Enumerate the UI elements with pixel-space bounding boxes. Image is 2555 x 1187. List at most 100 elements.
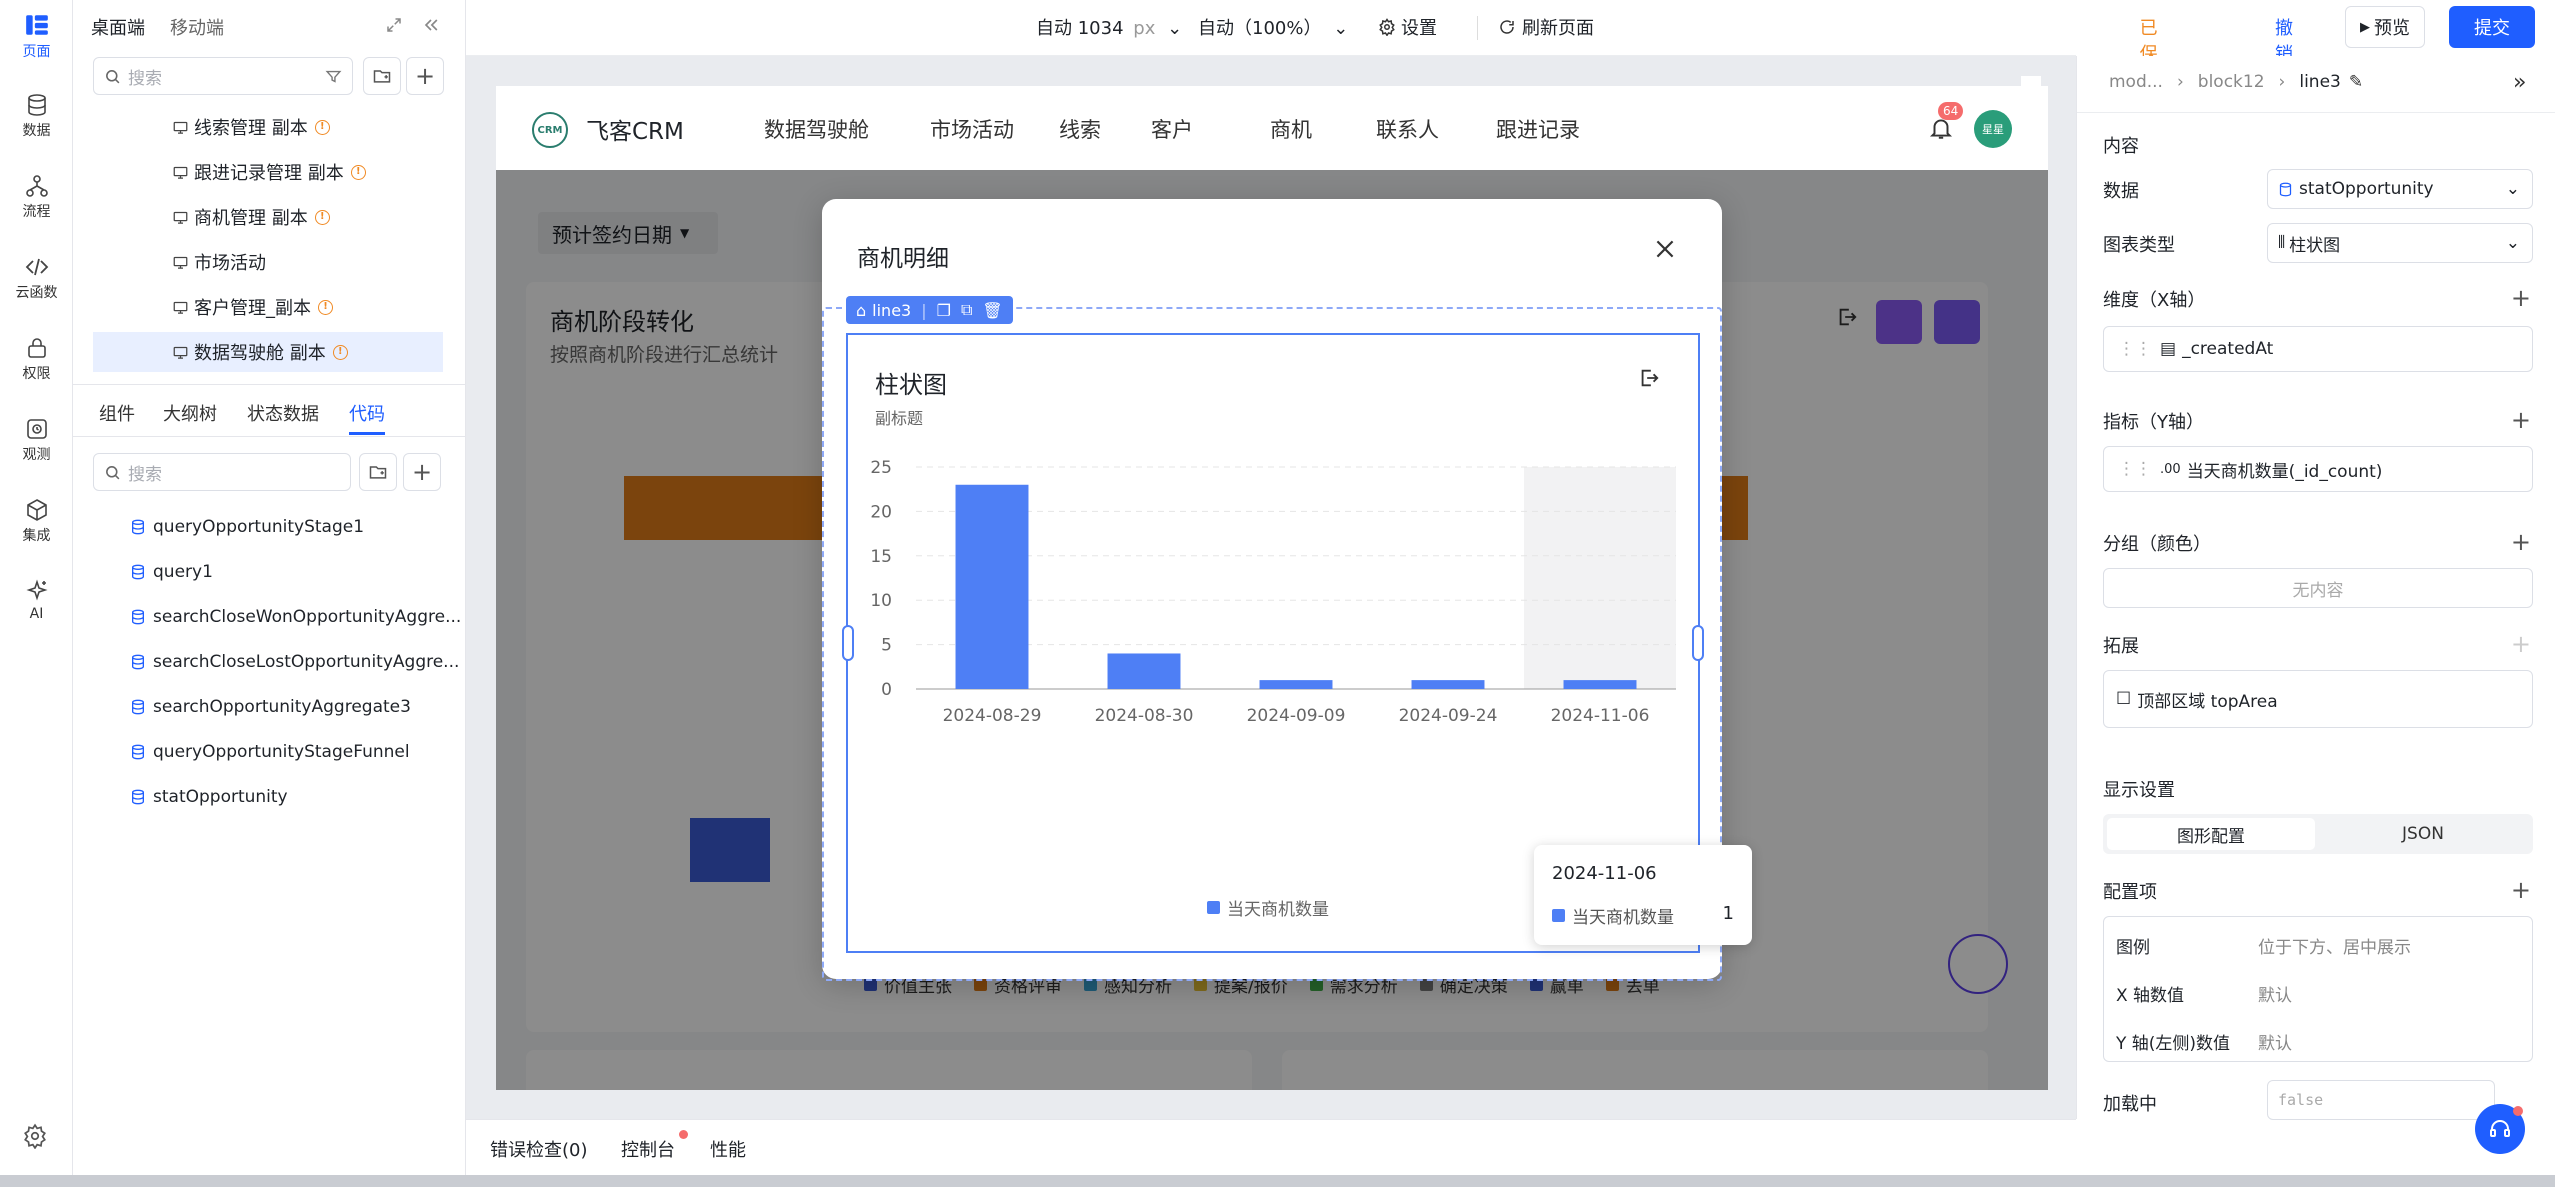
config-value[interactable]: 默认 <box>2258 981 2292 1006</box>
component-tag[interactable]: ⌂ line3 | ❐ ⧉ 🗑 <box>846 296 1013 324</box>
checkbox-icon[interactable]: ☐ <box>2116 689 2131 709</box>
seg-json[interactable]: JSON <box>2319 818 2527 850</box>
rail-flow[interactable]: 流程 <box>0 174 73 221</box>
page-tree-item[interactable]: 客户管理_副本! <box>93 287 443 327</box>
config-value[interactable]: 位于下方、居中展示 <box>2258 933 2411 958</box>
add-code-folder-button[interactable] <box>359 453 397 491</box>
bar[interactable] <box>1259 680 1333 689</box>
duplicate-icon[interactable]: ⧉ <box>961 300 972 320</box>
zoom-select[interactable]: 自动（100%） ⌄ <box>1198 14 1348 40</box>
support-chat-button[interactable] <box>2475 1104 2525 1154</box>
group-field[interactable]: 无内容 <box>2103 568 2533 608</box>
page-tree-item[interactable]: 商机管理 副本! <box>93 197 443 237</box>
drag-handle-icon[interactable]: ⋮⋮ <box>2118 339 2152 359</box>
page-tree-item[interactable]: 数据驾驶舱 副本! <box>93 332 443 372</box>
code-item[interactable]: queryOpportunityStageFunnel <box>130 732 410 772</box>
code-item[interactable]: query1 <box>130 552 213 592</box>
display-label: 显示设置 <box>2103 780 2175 801</box>
code-item[interactable]: statOpportunity <box>130 777 288 817</box>
extension-field[interactable]: ☐ 顶部区域 topArea <box>2103 670 2533 728</box>
chart-type-select[interactable]: ⫴ 柱状图 ⌄ <box>2267 223 2533 263</box>
page-search-input[interactable]: 搜索 <box>93 57 353 95</box>
rail-pages[interactable]: 页面 <box>0 12 73 61</box>
add-folder-button[interactable] <box>363 57 401 95</box>
close-button[interactable] <box>1652 236 1678 262</box>
page-tree-item[interactable]: 跟进记录管理 副本! <box>93 152 443 192</box>
tab-components[interactable]: 组件 <box>99 400 135 426</box>
y-axis-field[interactable]: ⋮⋮ .00 当天商机数量(_id_count) <box>2103 446 2533 492</box>
config-key: Y 轴(左侧)数值 <box>2116 1034 2231 1054</box>
rail-label: 集成 <box>22 528 51 544</box>
add-y-button[interactable]: + <box>2511 408 2531 432</box>
tooltip-date: 2024-11-06 <box>1552 863 1657 884</box>
cube-icon <box>26 499 47 521</box>
tab-outline[interactable]: 大纲树 <box>163 400 217 426</box>
breadcrumb-item[interactable]: mod... <box>2109 72 2163 92</box>
rail-cloud-function[interactable]: 云函数 <box>0 255 73 302</box>
edit-icon[interactable]: ✎ <box>2349 72 2363 92</box>
tab-error-check[interactable]: 错误检查(0) <box>490 1136 588 1162</box>
add-x-button[interactable]: + <box>2511 286 2531 310</box>
bar[interactable] <box>955 484 1029 689</box>
collapse-panel-icon[interactable] <box>421 15 441 35</box>
code-item-label: query1 <box>153 562 213 582</box>
settings-button[interactable] <box>22 1123 48 1149</box>
refresh-button[interactable]: 刷新页面 <box>1498 14 1594 40</box>
tab-performance[interactable]: 性能 <box>710 1136 746 1162</box>
rail-data[interactable]: 数据 <box>0 93 73 140</box>
code-search-input[interactable]: 搜索 <box>93 453 351 491</box>
copy-icon[interactable]: ❐ <box>937 301 951 320</box>
data-source-select[interactable]: statOpportunity ⌄ <box>2267 169 2533 209</box>
export-icon[interactable] <box>1638 367 1660 389</box>
chevron-down-icon: ⌄ <box>2505 179 2520 199</box>
add-group-button[interactable]: + <box>2511 530 2531 554</box>
bar[interactable] <box>1411 680 1485 689</box>
preview-button[interactable]: ▶ 预览 <box>2345 6 2425 48</box>
config-value[interactable]: 默认 <box>2258 1029 2292 1054</box>
width-select[interactable]: 自动 1034 px ⌄ <box>1036 14 1182 40</box>
tab-state-data[interactable]: 状态数据 <box>247 400 319 426</box>
page-tree-label: 数据驾驶舱 副本 <box>194 343 326 364</box>
data-source-value: statOpportunity <box>2299 179 2434 199</box>
monitor-page-icon <box>173 255 188 270</box>
filter-icon[interactable] <box>325 68 342 85</box>
tab-code[interactable]: 代码 <box>349 400 385 426</box>
seg-graphic-config[interactable]: 图形配置 <box>2107 818 2315 850</box>
tab-mobile[interactable]: 移动端 <box>170 14 224 40</box>
code-item-label: queryOpportunityStageFunnel <box>153 742 410 762</box>
code-item[interactable]: searchCloseWonOpportunityAggre... <box>130 597 461 637</box>
divider <box>2077 112 2555 113</box>
avatar[interactable]: 星星 <box>1974 110 2012 148</box>
page-tree-item[interactable]: 线索管理 副本! <box>93 107 443 147</box>
x-axis-field[interactable]: ⋮⋮ ▤ _createdAt <box>2103 326 2533 372</box>
code-item[interactable]: searchOpportunityAggregate3 <box>130 687 411 727</box>
code-item[interactable]: searchCloseLostOpportunityAggre... <box>130 642 459 682</box>
bar[interactable] <box>1563 680 1637 689</box>
folder-icon <box>369 466 387 479</box>
page-tree-item[interactable]: 市场活动 <box>93 242 443 282</box>
add-config-button[interactable]: + <box>2511 878 2531 902</box>
add-page-button[interactable]: + <box>406 57 444 95</box>
add-code-button[interactable]: + <box>403 453 441 491</box>
code-item[interactable]: queryOpportunityStage1 <box>130 507 364 547</box>
submit-button[interactable]: 提交 <box>2449 6 2535 48</box>
loading-input[interactable]: false <box>2267 1080 2495 1120</box>
delete-icon[interactable]: 🗑 <box>982 301 1002 320</box>
rail-permission[interactable]: 权限 <box>0 336 73 383</box>
add-extension-button[interactable]: + <box>2511 632 2531 656</box>
rail-monitor[interactable]: 观测 <box>0 417 73 464</box>
x-tick-label: 2024-09-09 <box>1247 706 1346 726</box>
collapse-right-icon[interactable]: » <box>2513 70 2526 95</box>
rail-integration[interactable]: 集成 <box>0 498 73 545</box>
breadcrumb-item[interactable]: block12 <box>2198 72 2265 92</box>
tab-desktop[interactable]: 桌面端 <box>91 14 145 40</box>
rail-ai[interactable]: AI <box>0 579 73 622</box>
breadcrumb-item[interactable]: line3 <box>2299 72 2341 92</box>
chart-legend[interactable]: 当天商机数量 <box>1207 895 1329 920</box>
expand-icon[interactable] <box>385 16 403 34</box>
notification-badge: 64 <box>1938 102 1964 120</box>
settings-button[interactable]: 设置 <box>1378 14 1437 40</box>
bar[interactable] <box>1107 653 1181 689</box>
tab-console[interactable]: 控制台 <box>621 1136 675 1162</box>
drag-handle-icon[interactable]: ⋮⋮ <box>2118 459 2152 479</box>
